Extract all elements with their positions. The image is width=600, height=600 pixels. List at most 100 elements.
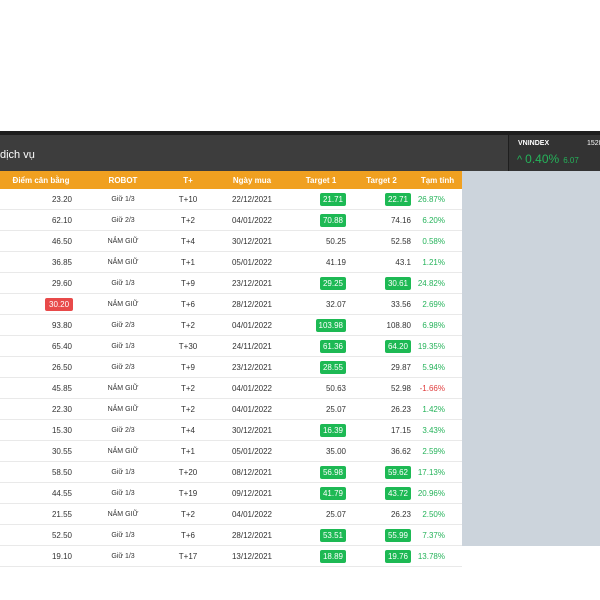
cell-target1: 61.36 — [292, 335, 350, 357]
cell-t-plus: T+9 — [164, 272, 212, 294]
table-row[interactable]: 21.55 NẮM GIỮ T+2 04/01/2022 25.07 26.23 2.50% — [0, 503, 462, 525]
col-header-tam-tinh[interactable]: Tạm tính — [413, 171, 462, 189]
diem-alert-badge: 30.20 — [45, 297, 74, 311]
target1-hit-badge: 16.39 — [319, 423, 346, 437]
side-panel-background — [462, 171, 600, 546]
cell-target2: 33.56 — [350, 293, 413, 315]
cell-tam-tinh: 1.21% — [413, 251, 462, 273]
cell-tam-tinh: 26.87% — [413, 189, 462, 210]
cell-robot: NẮM GIỮ — [82, 230, 164, 252]
cell-robot: Giữ 1/3 — [82, 545, 164, 567]
arrow-up-icon: ^ — [517, 154, 523, 166]
table-row[interactable]: 65.40 Giữ 1/3 T+30 24/11/2021 61.36 64.20 19.3… — [0, 335, 462, 357]
cell-ngay-mua: 23/12/2021 — [212, 272, 292, 294]
cell-robot: Giữ 1/3 — [82, 272, 164, 294]
cell-diem: 36.85 — [0, 251, 82, 273]
cell-tam-tinh: 5.94% — [413, 356, 462, 378]
service-label[interactable]: dịch vụ — [0, 149, 35, 161]
cell-t-plus: T+6 — [164, 293, 212, 315]
cell-diem: 46.50 — [0, 230, 82, 252]
index-change: ^ 0.40% 6.07 — [517, 152, 579, 166]
table-row[interactable]: 93.80 Giữ 2/3 T+2 04/01/2022 103.98 108.80 6.9… — [0, 314, 462, 336]
target1-hit-badge: 18.89 — [319, 549, 346, 563]
cell-target1: 70.88 — [292, 209, 350, 231]
table-row[interactable]: 62.10 Giữ 2/3 T+2 04/01/2022 70.88 74.16 6.20% — [0, 209, 462, 231]
cell-target1: 56.98 — [292, 461, 350, 483]
cell-ngay-mua: 04/01/2022 — [212, 377, 292, 399]
cell-target2: 74.16 — [350, 209, 413, 231]
cell-robot: NẮM GIỮ — [82, 440, 164, 462]
table-header-row: Điểm cân bằng ROBOT T+ Ngày mua Target 1… — [0, 171, 462, 189]
cell-robot: NẮM GIỮ — [82, 251, 164, 273]
cell-tam-tinh: 1.42% — [413, 398, 462, 420]
cell-t-plus: T+1 — [164, 440, 212, 462]
cell-target2: 43.72 — [350, 482, 413, 504]
vnindex-panel[interactable]: VNINDEX 1528 ^0.40%6.07 — [508, 135, 600, 171]
cell-target1: 28.55 — [292, 356, 350, 378]
cell-target2: 36.62 — [350, 440, 413, 462]
cell-robot: Giữ 2/3 — [82, 419, 164, 441]
cell-ngay-mua: 22/12/2021 — [212, 189, 292, 210]
cell-t-plus: T+30 — [164, 335, 212, 357]
cell-tam-tinh: 6.98% — [413, 314, 462, 336]
cell-target1: 29.25 — [292, 272, 350, 294]
cell-target1: 50.63 — [292, 377, 350, 399]
target1-hit-badge: 103.98 — [315, 318, 346, 332]
cell-ngay-mua: 04/01/2022 — [212, 398, 292, 420]
target1-hit-badge: 28.55 — [319, 360, 346, 374]
cell-t-plus: T+10 — [164, 189, 212, 210]
table-row[interactable]: 26.50 Giữ 2/3 T+9 23/12/2021 28.55 29.87 5.94% — [0, 356, 462, 378]
table-row[interactable]: 22.30 NẮM GIỮ T+2 04/01/2022 25.07 26.23 1.42% — [0, 398, 462, 420]
col-header-robot[interactable]: ROBOT — [82, 171, 164, 189]
table-row[interactable]: 30.55 NẮM GIỮ T+1 05/01/2022 35.00 36.62 2.59% — [0, 440, 462, 462]
cell-t-plus: T+2 — [164, 503, 212, 525]
table-row[interactable]: 19.10 Giữ 1/3 T+17 13/12/2021 18.89 19.76 13.7… — [0, 545, 462, 567]
table-row[interactable]: 23.20 Giữ 1/3 T+10 22/12/2021 21.71 22.71 26.8… — [0, 189, 462, 210]
cell-target1: 41.19 — [292, 251, 350, 273]
cell-diem: 52.50 — [0, 524, 82, 546]
cell-ngay-mua: 05/01/2022 — [212, 440, 292, 462]
cell-t-plus: T+4 — [164, 230, 212, 252]
cell-robot: Giữ 2/3 — [82, 209, 164, 231]
cell-target1: 41.79 — [292, 482, 350, 504]
cell-target1: 25.07 — [292, 503, 350, 525]
cell-robot: NẮM GIỮ — [82, 377, 164, 399]
cell-diem: 21.55 — [0, 503, 82, 525]
cell-tam-tinh: 0.58% — [413, 230, 462, 252]
col-header-target1[interactable]: Target 1 — [292, 171, 350, 189]
cell-ngay-mua: 08/12/2021 — [212, 461, 292, 483]
cell-diem: 45.85 — [0, 377, 82, 399]
cell-target1: 35.00 — [292, 440, 350, 462]
target1-hit-badge: 29.25 — [319, 276, 346, 290]
cell-t-plus: T+1 — [164, 251, 212, 273]
cell-robot: Giữ 2/3 — [82, 356, 164, 378]
table-row[interactable]: 58.50 Giữ 1/3 T+20 08/12/2021 56.98 59.62 17.1… — [0, 461, 462, 483]
col-header-diem[interactable]: Điểm cân bằng — [0, 171, 82, 189]
table-row[interactable]: 52.50 Giữ 1/3 T+6 28/12/2021 53.51 55.99 7.37% — [0, 524, 462, 546]
cell-target1: 21.71 — [292, 189, 350, 210]
cell-t-plus: T+2 — [164, 398, 212, 420]
table-row[interactable]: 45.85 NẮM GIỮ T+2 04/01/2022 50.63 52.98 -1.66… — [0, 377, 462, 399]
cell-target2: 64.20 — [350, 335, 413, 357]
cell-robot: Giữ 1/3 — [82, 482, 164, 504]
col-header-ngay-mua[interactable]: Ngày mua — [212, 171, 292, 189]
cell-target1: 25.07 — [292, 398, 350, 420]
cell-tam-tinh: 19.35% — [413, 335, 462, 357]
target2-hit-badge: 59.62 — [384, 465, 411, 479]
cell-tam-tinh: 24.82% — [413, 272, 462, 294]
table-row[interactable]: 46.50 NẮM GIỮ T+4 30/12/2021 50.25 52.58 0.58% — [0, 230, 462, 252]
table-row[interactable]: 30.20 NẮM GIỮ T+6 28/12/2021 32.07 33.56 2.69% — [0, 293, 462, 315]
cell-tam-tinh: 20.96% — [413, 482, 462, 504]
cell-diem: 30.55 — [0, 440, 82, 462]
cell-diem: 62.10 — [0, 209, 82, 231]
table-row[interactable]: 44.55 Giữ 1/3 T+19 09/12/2021 41.79 43.72 20.9… — [0, 482, 462, 504]
cell-ngay-mua: 04/01/2022 — [212, 503, 292, 525]
col-header-target2[interactable]: Target 2 — [350, 171, 413, 189]
cell-target1: 32.07 — [292, 293, 350, 315]
table-row[interactable]: 29.60 Giữ 1/3 T+9 23/12/2021 29.25 30.61 24.82… — [0, 272, 462, 294]
table-row[interactable]: 36.85 NẮM GIỮ T+1 05/01/2022 41.19 43.1 1.21% — [0, 251, 462, 273]
col-header-t[interactable]: T+ — [164, 171, 212, 189]
cell-t-plus: T+19 — [164, 482, 212, 504]
table-row[interactable]: 15.30 Giữ 2/3 T+4 30/12/2021 16.39 17.15 3.43% — [0, 419, 462, 441]
cell-target2: 55.99 — [350, 524, 413, 546]
